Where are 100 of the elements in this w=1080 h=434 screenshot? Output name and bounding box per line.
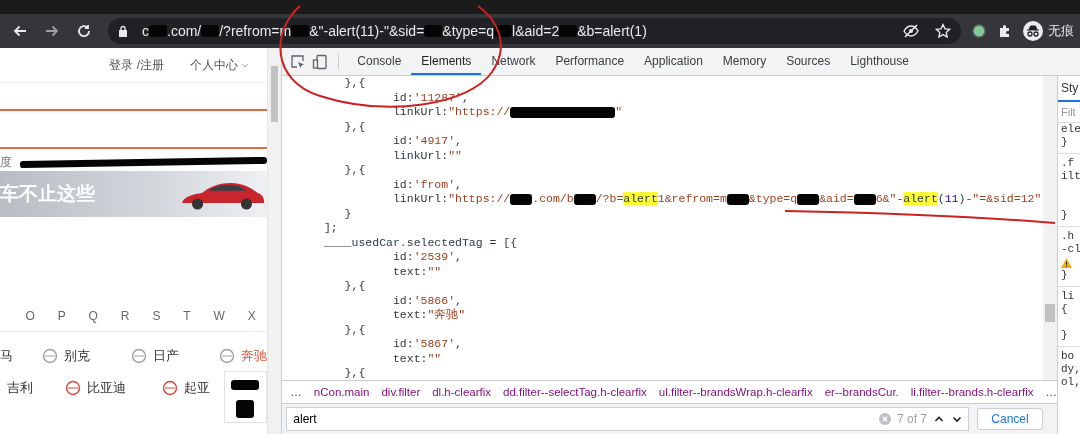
letter-link[interactable]: R bbox=[120, 309, 130, 323]
code-text: ____usedCar.selectedTag = [{ bbox=[322, 235, 518, 250]
redaction-bar bbox=[559, 25, 578, 37]
style-rule-text: } bbox=[1060, 209, 1069, 222]
devtools-tab[interactable]: Application bbox=[634, 48, 713, 75]
styles-tab[interactable]: Sty bbox=[1058, 76, 1080, 102]
code-text: },{ bbox=[343, 119, 366, 134]
devtools-tab[interactable]: Elements bbox=[411, 48, 482, 75]
style-rule-text: .h bbox=[1060, 230, 1076, 243]
devtools-tab[interactable]: Lighthouse bbox=[840, 48, 919, 75]
code-text: id:'2539', bbox=[391, 250, 462, 265]
cancel-button[interactable]: Cancel bbox=[977, 408, 1043, 430]
breadcrumb-item[interactable]: … bbox=[1045, 386, 1057, 398]
code-text: },{ bbox=[343, 322, 366, 337]
style-rule-text: -cl bbox=[1060, 243, 1080, 256]
redaction-bar bbox=[231, 380, 260, 390]
redaction-bar bbox=[201, 25, 220, 37]
url-text: l&aid=2 bbox=[512, 23, 560, 39]
breadcrumb-item[interactable]: dd.filter--selectTag.h-clearfix bbox=[503, 386, 647, 398]
code-text: .com/b bbox=[532, 192, 574, 207]
code-text: id:'4917', bbox=[391, 134, 462, 149]
devtools-tab[interactable]: Console bbox=[347, 48, 412, 75]
search-field[interactable] bbox=[0, 109, 268, 149]
letter-link[interactable]: W bbox=[213, 309, 225, 323]
style-rule-text: } bbox=[1060, 329, 1069, 342]
code-text: } bbox=[343, 206, 352, 221]
url-text: &type=q bbox=[442, 23, 495, 39]
letter-link[interactable]: O bbox=[25, 309, 35, 323]
code-text: id:'from', bbox=[391, 177, 462, 192]
breadcrumb-item[interactable]: li.filter--brands.h-clearfix bbox=[910, 386, 1034, 398]
inspect-icon[interactable] bbox=[290, 53, 307, 70]
style-rule-text: bo bbox=[1060, 350, 1076, 363]
brand-link[interactable]: 吉利 bbox=[0, 379, 59, 397]
redaction-bar bbox=[510, 193, 533, 205]
code-text: 6&"-alert(11)-"=&sid=12" bbox=[875, 192, 1042, 207]
breadcrumb-item[interactable]: … bbox=[290, 386, 302, 398]
warning-icon bbox=[1061, 257, 1072, 268]
device-toggle-icon[interactable] bbox=[312, 53, 329, 70]
reload-icon[interactable] bbox=[76, 23, 92, 39]
code-text: text:"" bbox=[391, 351, 442, 366]
brand-link[interactable]: 起亚 bbox=[155, 379, 216, 397]
back-icon[interactable] bbox=[12, 23, 28, 39]
code-text: id:'5867', bbox=[391, 337, 462, 352]
devtools-tab[interactable]: Memory bbox=[712, 48, 777, 75]
star-icon[interactable] bbox=[935, 23, 951, 39]
url-text: &b=alert(1) bbox=[577, 23, 647, 39]
letter-link[interactable]: X bbox=[247, 309, 256, 323]
profile-button[interactable]: 无痕 bbox=[1023, 21, 1074, 41]
devtools-tab[interactable]: Sources bbox=[776, 48, 841, 75]
code-text: /?b=alert1&refrom=m bbox=[595, 192, 727, 207]
code-text: ]; bbox=[322, 221, 338, 236]
breadcrumb-item[interactable]: ul.filter--brandsWrap.h-clearfix bbox=[658, 386, 813, 398]
letter-link[interactable]: P bbox=[57, 309, 66, 323]
code-text: linkUrl:"" bbox=[391, 148, 462, 163]
style-rule-text: li bbox=[1060, 290, 1076, 303]
code-text: linkUrl:"https:// bbox=[391, 105, 511, 120]
extension-icon[interactable] bbox=[971, 23, 987, 39]
code-text: },{ bbox=[343, 163, 366, 178]
code-text: },{ bbox=[343, 279, 366, 294]
redaction-bar bbox=[424, 25, 443, 37]
nav-link[interactable]: 度 bbox=[0, 153, 12, 171]
devtools-tab[interactable]: Performance bbox=[545, 48, 635, 75]
code-text: &aid= bbox=[819, 192, 854, 207]
brand-link[interactable]: 日产 bbox=[130, 347, 220, 365]
letter-link[interactable]: S bbox=[152, 309, 161, 323]
lock-icon bbox=[118, 25, 128, 37]
code-text: &type=q bbox=[748, 192, 798, 207]
brand-link[interactable]: 比亚迪 bbox=[58, 379, 156, 397]
brand-link[interactable]: 别克 bbox=[42, 347, 131, 365]
url-text: c bbox=[142, 23, 149, 39]
breadcrumb-item[interactable]: dl.h-clearfix bbox=[432, 386, 492, 398]
style-rule-text: .f bbox=[1060, 157, 1076, 170]
page-scrollbar[interactable] bbox=[267, 48, 282, 434]
redaction-bar bbox=[853, 193, 876, 205]
redaction-bar bbox=[149, 25, 167, 37]
breadcrumb-item[interactable]: div.filter bbox=[381, 386, 421, 398]
code-text: },{ bbox=[343, 76, 366, 91]
chevron-down-icon bbox=[241, 62, 250, 68]
login-link[interactable]: 登录 /注册 bbox=[109, 56, 164, 74]
letter-link[interactable]: Q bbox=[88, 309, 98, 323]
incognito-icon bbox=[1023, 21, 1043, 41]
style-rule-text: ilt bbox=[1060, 170, 1080, 183]
code-text: linkUrl:"https:// bbox=[391, 192, 511, 207]
letter-link[interactable]: T bbox=[183, 309, 191, 323]
breadcrumb-item[interactable]: er--brandsCur. bbox=[824, 386, 899, 398]
redaction-bar bbox=[573, 193, 596, 205]
brand-link[interactable]: 马 bbox=[0, 347, 43, 365]
code-scrollbar[interactable] bbox=[1043, 76, 1057, 380]
code-text: text:"奔驰" bbox=[391, 308, 466, 323]
brand-link[interactable]: 奔驰 bbox=[219, 347, 268, 365]
forward-icon[interactable] bbox=[44, 23, 60, 39]
style-rule-text: ol, bbox=[1060, 376, 1080, 389]
redaction-bar bbox=[726, 193, 749, 205]
style-rule-text: } bbox=[1060, 269, 1069, 282]
breadcrumb-item[interactable]: nCon.main bbox=[313, 386, 370, 398]
user-center-link[interactable]: 个人中心 bbox=[189, 56, 250, 74]
url-text: &"-alert(11)-"&sid= bbox=[309, 23, 425, 39]
code-text: text:"" bbox=[391, 264, 442, 279]
banner-text: 车不止这些 bbox=[0, 182, 95, 206]
eye-off-icon[interactable] bbox=[903, 23, 919, 39]
